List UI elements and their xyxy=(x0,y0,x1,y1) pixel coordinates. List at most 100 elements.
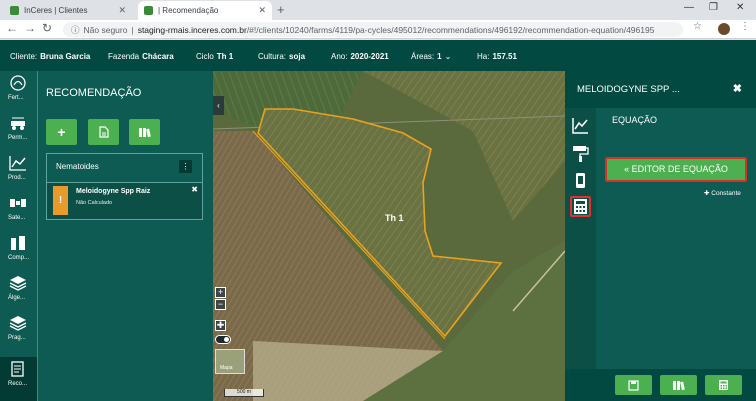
paint-roller-icon xyxy=(573,146,589,162)
inceres-favicon-icon xyxy=(144,6,153,15)
browser-tab-strip: InCeres | Clientes ✕ | Recomendação ✕ + … xyxy=(0,0,756,20)
remove-item-icon[interactable]: ✖ xyxy=(191,185,198,194)
tab-chart[interactable] xyxy=(570,115,591,136)
field-label: Th 1 xyxy=(385,213,404,223)
basemap-switch[interactable]: Mapa xyxy=(215,349,245,374)
add-button[interactable]: + xyxy=(46,119,77,145)
panel-header: MELOIDOGYNE SPP ... ✖ xyxy=(565,71,756,108)
areas-selector[interactable]: Áreas: 1 ⌄ xyxy=(411,52,451,61)
sidebar-item-satelite[interactable]: Sate... xyxy=(0,191,37,231)
tab-title: | Recomendação xyxy=(158,6,219,15)
item-status: Não Calculado xyxy=(76,200,113,206)
close-window-button[interactable]: ✕ xyxy=(736,2,744,13)
tab-clientes[interactable]: InCeres | Clientes ✕ xyxy=(4,1,132,20)
back-icon[interactable]: ← xyxy=(6,21,18,35)
chart-line-icon xyxy=(572,118,588,134)
calculator-icon xyxy=(719,380,728,390)
panel-tab-rail xyxy=(565,108,596,370)
inceres-favicon-icon xyxy=(10,6,19,15)
sidebar-item-pragas[interactable]: Prag... xyxy=(0,311,37,351)
calculate-button[interactable] xyxy=(705,375,742,395)
panel-title: MELOIDOGYNE SPP ... xyxy=(577,84,680,95)
info-icon: ⓘ xyxy=(71,24,80,35)
library-button[interactable] xyxy=(129,119,160,145)
sidebar-item-fertilidade[interactable]: Fert... xyxy=(0,71,37,111)
year-info[interactable]: Ano: 2020-2021 xyxy=(331,52,389,61)
section-title: EQUAÇÃO xyxy=(612,115,658,125)
minimize-button[interactable]: — xyxy=(684,2,694,13)
sidebar-item-permanente[interactable]: Perm... xyxy=(0,111,37,151)
satellite-icon xyxy=(10,199,26,207)
close-tab-icon[interactable]: ✕ xyxy=(258,5,266,16)
layers-alt-icon xyxy=(9,316,27,331)
zoom-in-button[interactable]: + xyxy=(215,287,226,298)
sidebar-item-comparar[interactable]: Comp... xyxy=(0,231,37,271)
avatar[interactable] xyxy=(718,23,730,35)
cycle-info[interactable]: Ciclo Th 1 xyxy=(196,52,233,61)
tablet-icon xyxy=(576,173,585,188)
add-constant-button[interactable]: ✚ Constante xyxy=(704,189,741,197)
sidebar: Fert... Perm... Prod... Sate... Comp... … xyxy=(0,71,37,401)
document-button[interactable] xyxy=(88,119,119,145)
save-button[interactable] xyxy=(615,375,652,395)
reload-icon[interactable]: ↻ xyxy=(42,21,52,35)
layers-icon xyxy=(9,276,27,291)
scale-bar: 500 m xyxy=(224,389,264,397)
sidebar-item-recomendacao[interactable]: Reco... xyxy=(0,357,37,401)
books-icon xyxy=(139,127,151,137)
compare-icon xyxy=(11,236,25,250)
tab-paint[interactable] xyxy=(570,143,591,164)
chart-line-icon xyxy=(9,156,26,171)
client-info[interactable]: Cliente: Bruna Garcia xyxy=(10,52,90,61)
item-name: Meloidogyne Spp Raiz xyxy=(76,188,151,195)
panel-title: RECOMENDAÇÃO xyxy=(46,87,142,99)
recommendation-icon xyxy=(11,361,24,377)
maximize-button[interactable]: ❐ xyxy=(709,2,718,13)
pan-button[interactable]: ✚ xyxy=(215,320,226,331)
forward-icon[interactable]: → xyxy=(24,21,36,35)
equation-editor-button[interactable]: « EDITOR DE EQUAÇÃO xyxy=(605,157,747,182)
collapse-panel-button[interactable]: ‹ xyxy=(213,96,224,115)
fertility-icon xyxy=(10,75,26,91)
plus-icon: + xyxy=(57,124,66,140)
hectares-info: Ha: 157.51 xyxy=(477,52,517,61)
url-path: /#!/clients/10240/farms/4119/pa-cycles/4… xyxy=(246,24,655,35)
layer-toggle[interactable] xyxy=(215,335,231,344)
sidebar-item-algebra[interactable]: Álge... xyxy=(0,271,37,311)
tab-calculator[interactable] xyxy=(570,196,591,217)
zoom-out-button[interactable]: − xyxy=(215,299,226,310)
tab-device[interactable] xyxy=(570,170,591,191)
group-title: Nematoides xyxy=(56,162,99,171)
tab-title: InCeres | Clientes xyxy=(24,6,88,15)
list-item[interactable]: ! Meloidogyne Spp Raiz Não Calculado ✖ xyxy=(47,182,202,219)
security-label: Não seguro xyxy=(83,24,128,35)
menu-icon[interactable]: ⋮ xyxy=(740,21,750,32)
document-icon xyxy=(98,126,109,138)
crop-info[interactable]: Cultura: soja xyxy=(258,52,305,61)
library-button[interactable] xyxy=(660,375,697,395)
star-icon[interactable]: ☆ xyxy=(693,21,702,32)
nematoides-group: Nematoides ⋮ ! Meloidogyne Spp Raiz Não … xyxy=(46,153,203,220)
chevron-down-icon: ⌄ xyxy=(444,52,452,61)
panel-footer xyxy=(565,369,756,401)
equation-panel: MELOIDOGYNE SPP ... ✖ EQUAÇÃO « EDITOR D… xyxy=(565,71,756,401)
calculator-icon xyxy=(574,199,587,214)
close-icon[interactable]: ✖ xyxy=(733,82,742,95)
app-header: Cliente: Bruna Garcia Fazenda Chácara Cicl… xyxy=(0,40,756,103)
close-tab-icon[interactable]: ✕ xyxy=(118,5,126,16)
url-host: staging-rmais.inceres.com.br xyxy=(137,24,247,35)
sprayer-icon xyxy=(11,117,25,130)
save-icon xyxy=(628,379,639,391)
warning-icon: ! xyxy=(53,186,68,215)
url-input[interactable]: ⓘ Não seguro | staging-rmais.inceres.com… xyxy=(63,22,683,37)
group-menu-button[interactable]: ⋮ xyxy=(179,160,192,173)
farm-info[interactable]: Fazenda Chácara xyxy=(108,52,174,61)
new-tab-button[interactable]: + xyxy=(277,2,285,17)
map-imagery xyxy=(213,71,565,401)
recommendation-panel: RECOMENDAÇÃO + Nematoides ⋮ ! Meloidogyn… xyxy=(37,71,213,401)
sidebar-item-produtividade[interactable]: Prod... xyxy=(0,151,37,191)
address-bar: ← → ↻ ⓘ Não seguro | staging-rmais.incer… xyxy=(0,20,756,39)
books-icon xyxy=(673,380,685,390)
tab-recomendacao[interactable]: | Recomendação ✕ xyxy=(138,1,272,20)
satellite-map[interactable] xyxy=(213,71,565,401)
